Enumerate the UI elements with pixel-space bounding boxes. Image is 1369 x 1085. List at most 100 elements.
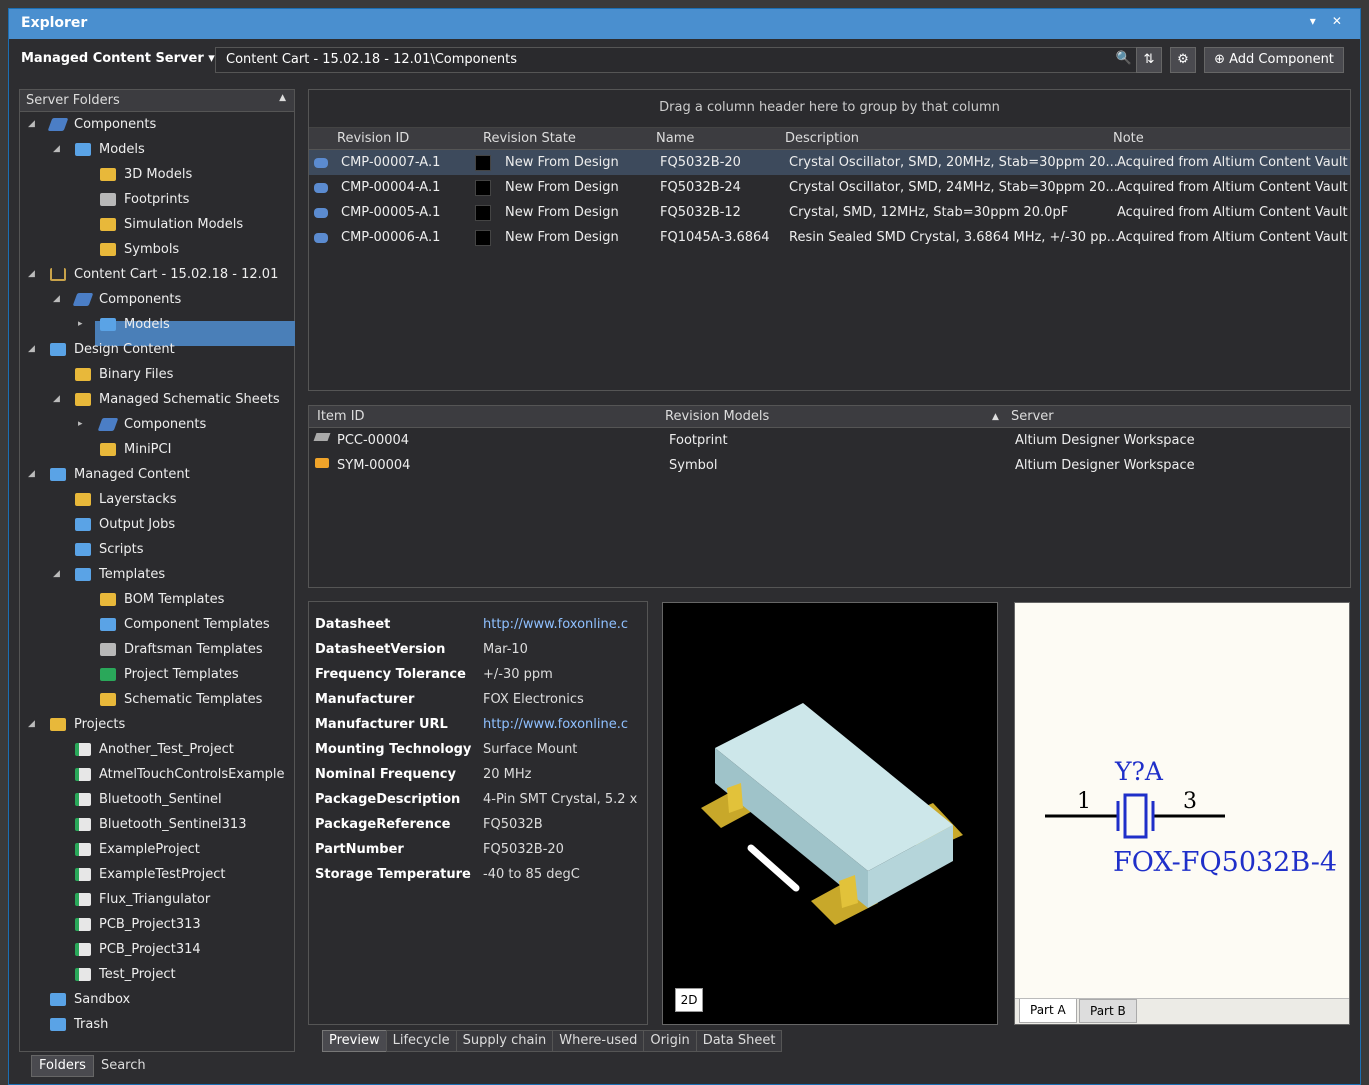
tree-node-component-templates[interactable]: Component Templates (20, 612, 294, 637)
table-row[interactable]: PCC-00004 Footprint Altium Designer Work… (309, 428, 1350, 453)
col-note[interactable]: Note (1113, 131, 1144, 146)
tree-node-bom-templates[interactable]: BOM Templates (20, 587, 294, 612)
tree-node-layerstacks[interactable]: Layerstacks (20, 487, 294, 512)
tree-node-label: 3D Models (124, 167, 193, 182)
tab-search[interactable]: Search (94, 1056, 153, 1078)
col-revision-id[interactable]: Revision ID (337, 131, 409, 146)
col-name[interactable]: Name (656, 131, 694, 146)
tree-node-components[interactable]: ◢ Components (20, 112, 294, 137)
tab-supply-chain[interactable]: Supply chain (455, 1030, 554, 1052)
expanded-arrow-icon[interactable]: ◢ (28, 712, 40, 737)
tree-node-content-cart[interactable]: ◢ Content Cart - 15.02.18 - 12.01 (20, 262, 294, 287)
collapsed-arrow-icon[interactable]: ▸ (78, 312, 90, 337)
tree-node-project[interactable]: Another_Test_Project (20, 737, 294, 762)
col-description[interactable]: Description (785, 131, 859, 146)
param-value-link[interactable]: http://www.foxonline.c (483, 617, 643, 632)
col-revision-models[interactable]: Revision Models (665, 409, 769, 424)
tree-node-project[interactable]: Test_Project (20, 962, 294, 987)
refresh-button[interactable]: ⇅ (1136, 47, 1162, 73)
tree-node-label: Sandbox (74, 992, 131, 1007)
tree-node-minipci[interactable]: MiniPCI (20, 437, 294, 462)
tab-where-used[interactable]: Where-used (552, 1030, 645, 1052)
tab-lifecycle[interactable]: Lifecycle (385, 1030, 457, 1052)
col-item-id[interactable]: Item ID (317, 409, 365, 424)
tree-node-project[interactable]: ExampleTestProject (20, 862, 294, 887)
tree-node-projects[interactable]: ◢ Projects (20, 712, 294, 737)
3d-preview[interactable]: 2D (662, 602, 998, 1025)
tree-node-label: Test_Project (99, 967, 176, 982)
tree-node-label: Components (74, 117, 157, 132)
expanded-arrow-icon[interactable]: ◢ (53, 287, 65, 312)
search-icon[interactable]: 🔍 (1116, 51, 1132, 66)
expanded-arrow-icon[interactable]: ◢ (28, 462, 40, 487)
expanded-arrow-icon[interactable]: ◢ (28, 112, 40, 137)
param-name: Datasheet (315, 617, 391, 632)
components-icon (47, 118, 69, 131)
tab-part-a[interactable]: Part A (1019, 999, 1077, 1023)
tree-node-draftsman-templates[interactable]: Draftsman Templates (20, 637, 294, 662)
tree-node-project[interactable]: Flux_Triangulator (20, 887, 294, 912)
tree-node-trash[interactable]: Trash (20, 1012, 294, 1037)
tree-node-sandbox[interactable]: Sandbox (20, 987, 294, 1012)
tree-node-design-content[interactable]: ◢ Design Content (20, 337, 294, 362)
tree-node-cart-components[interactable]: ◢ Components (20, 287, 294, 312)
folder-icon (75, 568, 91, 581)
param-value-link[interactable]: http://www.foxonline.c (483, 717, 643, 732)
table-row[interactable]: CMP-00006-A.1 New From Design FQ1045A-3.… (309, 225, 1350, 250)
cell-description: Crystal Oscillator, SMD, 24MHz, Stab=30p… (789, 180, 1118, 195)
2d-toggle-button[interactable]: 2D (675, 988, 703, 1012)
col-revision-state[interactable]: Revision State (483, 131, 576, 146)
tab-folders[interactable]: Folders (31, 1055, 94, 1077)
table-row[interactable]: SYM-00004 Symbol Altium Designer Workspa… (309, 453, 1350, 478)
tree-node-project-templates[interactable]: Project Templates (20, 662, 294, 687)
tree-node-output-jobs[interactable]: Output Jobs (20, 512, 294, 537)
col-server[interactable]: Server (1011, 409, 1054, 424)
tree-node-binary-files[interactable]: Binary Files (20, 362, 294, 387)
tree-node-project[interactable]: Bluetooth_Sentinel313 (20, 812, 294, 837)
settings-button[interactable]: ⚙ (1170, 47, 1196, 73)
table-row[interactable]: CMP-00005-A.1 New From Design FQ5032B-12… (309, 200, 1350, 225)
tree-node-project[interactable]: AtmelTouchControlsExample (20, 762, 294, 787)
expanded-arrow-icon[interactable]: ◢ (28, 337, 40, 362)
panel-controls[interactable]: ▾ ✕ (1310, 14, 1348, 28)
collapsed-arrow-icon[interactable]: ▸ (78, 412, 90, 437)
tab-data-sheet[interactable]: Data Sheet (695, 1030, 783, 1052)
symbol-preview[interactable]: Y?A 1 3 FOX-FQ5032B-4 Part A Part B (1014, 602, 1350, 1025)
server-dropdown[interactable]: Managed Content Server ▾ (21, 51, 215, 66)
collapse-arrow-icon[interactable]: ▲ (279, 93, 286, 103)
table-row[interactable]: CMP-00007-A.1 New From Design FQ5032B-20… (309, 150, 1350, 175)
tree-node-footprints[interactable]: Footprints (20, 187, 294, 212)
components-icon (72, 293, 94, 306)
tree-node-project[interactable]: Bluetooth_Sentinel (20, 787, 294, 812)
expanded-arrow-icon[interactable]: ◢ (53, 137, 65, 162)
tree-node-project[interactable]: PCB_Project313 (20, 912, 294, 937)
tree-node-scripts[interactable]: Scripts (20, 537, 294, 562)
tree-node-project[interactable]: PCB_Project314 (20, 937, 294, 962)
tab-preview[interactable]: Preview (322, 1030, 387, 1052)
tab-origin[interactable]: Origin (643, 1030, 697, 1052)
tree-node-simulation-models[interactable]: Simulation Models (20, 212, 294, 237)
simulation-models-icon (100, 218, 116, 231)
server-folders-header[interactable]: Server Folders ▲ (20, 90, 294, 112)
tree-node-label: BOM Templates (124, 592, 225, 607)
tree-node-templates[interactable]: ◢ Templates (20, 562, 294, 587)
project-icon (75, 968, 91, 981)
tree-node-sheet-components[interactable]: ▸ Components (20, 412, 294, 437)
tree-node-managed-schematic-sheets[interactable]: ◢ Managed Schematic Sheets (20, 387, 294, 412)
tree-node-3d-models[interactable]: 3D Models (20, 162, 294, 187)
tree-node-managed-content[interactable]: ◢ Managed Content (20, 462, 294, 487)
expanded-arrow-icon[interactable]: ◢ (53, 387, 65, 412)
tree-node-models[interactable]: ◢ Models (20, 137, 294, 162)
tree-node-symbols[interactable]: Symbols (20, 237, 294, 262)
tab-part-b[interactable]: Part B (1079, 999, 1137, 1023)
expanded-arrow-icon[interactable]: ◢ (28, 262, 40, 287)
tree-node-label: AtmelTouchControlsExample (99, 767, 285, 782)
path-field[interactable]: Content Cart - 15.02.18 - 12.01\Componen… (215, 47, 1143, 73)
expanded-arrow-icon[interactable]: ◢ (53, 562, 65, 587)
tree-node-project[interactable]: ExampleProject (20, 837, 294, 862)
add-component-button[interactable]: ⊕ Add Component (1204, 47, 1344, 73)
tree-node-schematic-templates[interactable]: Schematic Templates (20, 687, 294, 712)
table-row[interactable]: CMP-00004-A.1 New From Design FQ5032B-24… (309, 175, 1350, 200)
tree-node-cart-models[interactable]: ▸ Models (20, 312, 294, 337)
symbol-comment: FOX-FQ5032B-4 (1113, 847, 1337, 878)
